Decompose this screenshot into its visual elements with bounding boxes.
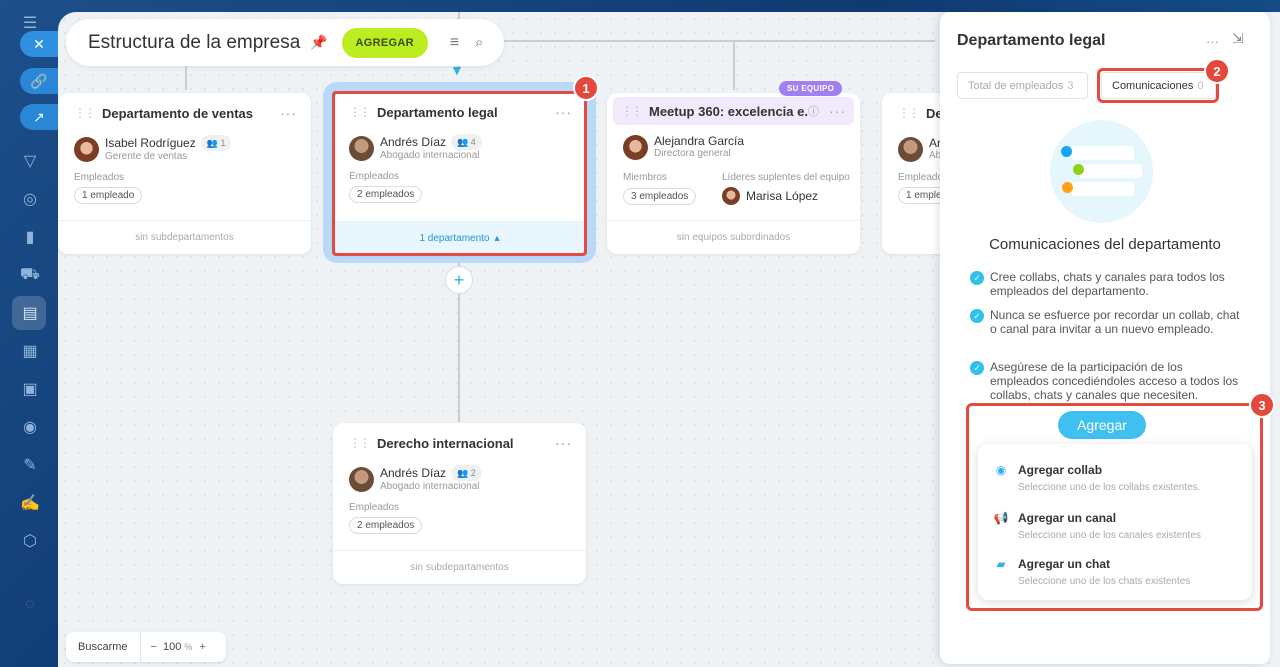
person-role: Abogado internacional — [380, 481, 480, 492]
header-bar: Estructura de la empresa 📌 AGREGAR ≡ ⌕ — [66, 19, 504, 66]
communications-illustration — [1050, 120, 1153, 223]
more-options-icon[interactable]: ··· — [829, 103, 846, 119]
avatar — [349, 466, 374, 492]
card-footer: sin subdepartamentos — [333, 550, 586, 584]
external-link-icon[interactable]: ↗ — [20, 104, 58, 130]
pin-icon[interactable]: 📌 — [310, 34, 327, 51]
person-name: Marisa López — [746, 189, 819, 203]
card-footer: sin equipos subordinados — [607, 220, 860, 254]
calendar-icon[interactable]: ▦ — [19, 340, 41, 362]
add-button[interactable]: AGREGAR — [341, 27, 428, 58]
avatar — [898, 136, 923, 162]
annotation-marker-3: 3 — [1249, 392, 1275, 418]
deputy-person[interactable]: Marisa López — [722, 187, 818, 205]
employee-count-badge: 👥 1 — [200, 135, 232, 151]
collapse-panel-icon[interactable]: ⇲ — [1232, 30, 1244, 47]
person-name: Isabel Rodríguez — [105, 136, 196, 150]
settings-icon[interactable]: ◌ — [19, 594, 41, 616]
avatar — [623, 134, 648, 160]
zoom-unit: % — [184, 642, 193, 652]
drag-handle-icon[interactable]: ⋮⋮ — [349, 436, 371, 450]
add-subdepartment-button[interactable]: + — [445, 266, 473, 294]
highlight-box-2 — [1097, 68, 1219, 103]
person-name: Andrés Díaz — [380, 466, 447, 480]
annotation-marker-1: 1 — [573, 75, 599, 101]
employees-chip[interactable]: 2 empleados — [349, 517, 423, 534]
head-person[interactable]: Alejandra García Directora general — [607, 131, 860, 163]
department-card-derecho[interactable]: ⋮⋮ Derecho internacional ··· Andrés Díaz… — [333, 423, 586, 584]
communications-heading: Comunicaciones del departamento — [989, 236, 1221, 253]
archive-icon[interactable]: ▣ — [19, 378, 41, 400]
deputies-label: Líderes suplentes del equipo — [722, 172, 850, 183]
employee-count-badge: 👥 2 — [451, 465, 482, 481]
card-footer: sin subdepartamentos — [58, 220, 311, 254]
find-me-button[interactable]: Buscarme — [66, 632, 141, 662]
connector-line — [733, 40, 735, 90]
department-side-panel: Departamento legal ··· ⇲ Total de emplea… — [940, 12, 1275, 664]
card-title: Meetup 360: excelencia e... — [649, 103, 808, 119]
employees-chip[interactable]: 1 empleado — [74, 187, 143, 204]
box-icon[interactable]: ⬡ — [19, 530, 41, 552]
highlight-box-3 — [966, 403, 1263, 611]
drag-handle-icon[interactable]: ⋮⋮ — [621, 104, 643, 118]
pen-icon[interactable]: ✎ — [19, 454, 41, 476]
department-card-ventas[interactable]: ⋮⋮ Departamento de ventas ··· Isabel Rod… — [58, 93, 311, 254]
annotation-marker-2: 2 — [1204, 58, 1230, 84]
more-options-icon[interactable]: ··· — [555, 435, 572, 451]
employees-label: Empleados — [349, 502, 400, 513]
target-icon[interactable]: ◉ — [19, 416, 41, 438]
card-title: Derecho internacional — [377, 435, 514, 451]
zoom-in-button[interactable]: + — [199, 641, 205, 653]
link-icon[interactable]: 🔗 — [20, 68, 58, 94]
tab-total-employees[interactable]: Total de empleados 3 — [957, 72, 1088, 99]
head-person[interactable]: Andrés Díaz 👥 2 Abogado internacional — [333, 463, 586, 495]
feature-item: ✓ Nunca se esfuerce por recordar un colla… — [970, 308, 1240, 336]
members-label: Miembros — [623, 172, 667, 183]
more-options-icon[interactable]: ··· — [1206, 34, 1219, 49]
cart-icon[interactable]: ⛟ — [19, 264, 41, 286]
feature-item: ✓ Cree collabs, chats y canales para todo… — [970, 270, 1240, 298]
card-title: Departamento de ventas — [102, 105, 253, 121]
chart-icon[interactable]: ▮ — [19, 226, 41, 248]
filter-icon[interactable]: ▽ — [19, 150, 41, 172]
zoom-out-button[interactable]: − — [151, 641, 157, 653]
team-badge: SU EQUIPO — [779, 81, 843, 96]
info-icon[interactable]: ⓘ — [808, 103, 819, 119]
zoom-bar: Buscarme − 100 % + — [66, 632, 226, 662]
person-role: Gerente de ventas — [105, 151, 188, 162]
feature-item: ✓ Asegúrese de la participación de los em… — [970, 360, 1240, 402]
company-structure-icon[interactable]: ▤ — [19, 302, 41, 324]
avatar — [74, 136, 99, 162]
search-icon[interactable]: ⌕ — [475, 34, 483, 51]
panel-title: Departamento legal — [957, 32, 1106, 49]
page-title: Estructura de la empresa — [88, 31, 301, 53]
check-icon: ✓ — [970, 309, 984, 323]
menu-icon[interactable]: ≡ — [450, 34, 459, 52]
sign-icon[interactable]: ✍ — [19, 492, 41, 514]
zoom-value: 100 — [162, 641, 182, 653]
left-sidebar: ☰ ✕ 🔗 ↗ ▽ ◎ ▮ ⛟ ▤ ▦ ▣ ◉ ✎ ✍ ⬡ ◌ — [0, 0, 58, 667]
head-person[interactable]: Isabel Rodríguez 👥 1 Gerente de ventas — [58, 133, 311, 165]
members-chip[interactable]: 3 empleados — [623, 188, 697, 205]
employees-label: Empleados — [74, 172, 125, 183]
highlight-box-1 — [332, 91, 587, 256]
avatar — [722, 187, 740, 205]
check-icon: ✓ — [970, 361, 984, 375]
close-button[interactable]: ✕ — [20, 31, 58, 57]
person-name: Alejandra García — [654, 134, 745, 148]
team-card-meetup[interactable]: ⋮⋮ Meetup 360: excelencia e... ⓘ ··· Ale… — [607, 93, 860, 254]
check-icon: ✓ — [970, 271, 984, 285]
drag-handle-icon[interactable]: ⋮⋮ — [74, 106, 96, 120]
person-role: Directora general — [654, 148, 731, 159]
drag-handle-icon[interactable]: ⋮⋮ — [898, 106, 920, 120]
more-options-icon[interactable]: ··· — [280, 105, 297, 121]
robot-icon[interactable]: ◎ — [19, 188, 41, 210]
